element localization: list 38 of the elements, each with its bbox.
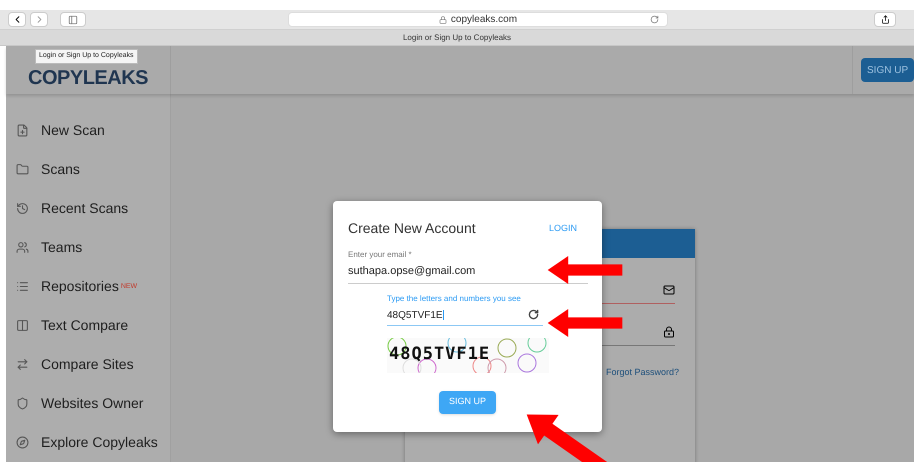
sidebar-item[interactable]: New Scan	[6, 111, 170, 150]
sidebar-item[interactable]: Explore Copyleaks	[6, 423, 170, 462]
share-icon	[880, 15, 890, 24]
file-icon	[16, 124, 29, 138]
lock-icon	[663, 326, 675, 338]
folder-icon	[16, 163, 29, 176]
sidebar-item[interactable]: Compare Sites	[6, 345, 170, 384]
list-icon	[16, 280, 29, 294]
sidebar-item[interactable]: Recent Scans	[6, 189, 170, 228]
captcha-text: 48Q5TVF1E	[389, 343, 490, 366]
url-text: copyleaks.com	[450, 13, 518, 28]
dialog-title: Create New Account	[348, 219, 476, 238]
sidebar-toggle-button[interactable]	[60, 12, 86, 28]
shield-icon	[16, 397, 29, 410]
sidebar-item[interactable]: Teams	[6, 228, 170, 268]
forgot-password-link[interactable]: Forgot Password?	[606, 366, 679, 380]
captcha-field[interactable]: Type the letters and numbers you see 48Q5TVF1E	[387, 292, 543, 326]
sidebar-item[interactable]: Scans	[6, 150, 170, 190]
share-button[interactable]	[874, 12, 896, 28]
lock-icon	[438, 16, 447, 24]
sidebar-item[interactable]: Text Compare	[6, 306, 170, 346]
mail-icon	[663, 284, 675, 296]
back-button[interactable]	[8, 12, 26, 28]
people-icon	[16, 241, 29, 254]
history-icon	[16, 202, 29, 216]
sidebar-item[interactable]: Websites Owner	[6, 384, 170, 424]
sidebar-icon	[68, 14, 78, 25]
sign-up-button[interactable]: SIGN UP	[861, 58, 914, 82]
columns-icon	[16, 319, 29, 332]
arrows-icon	[16, 358, 29, 372]
tab-title[interactable]: Login or Sign Up to Copyleaks	[402, 32, 512, 44]
sidebar-item[interactable]: Repositories$^{NEW}$	[6, 267, 170, 306]
new-label: NEW	[120, 282, 138, 290]
address-bar[interactable]: copyleaks.com	[288, 12, 668, 28]
compass-icon	[16, 436, 29, 450]
logo[interactable]: COPYLEAKS	[28, 63, 148, 94]
refresh-icon[interactable]	[528, 308, 539, 320]
reload-icon[interactable]	[650, 15, 659, 24]
